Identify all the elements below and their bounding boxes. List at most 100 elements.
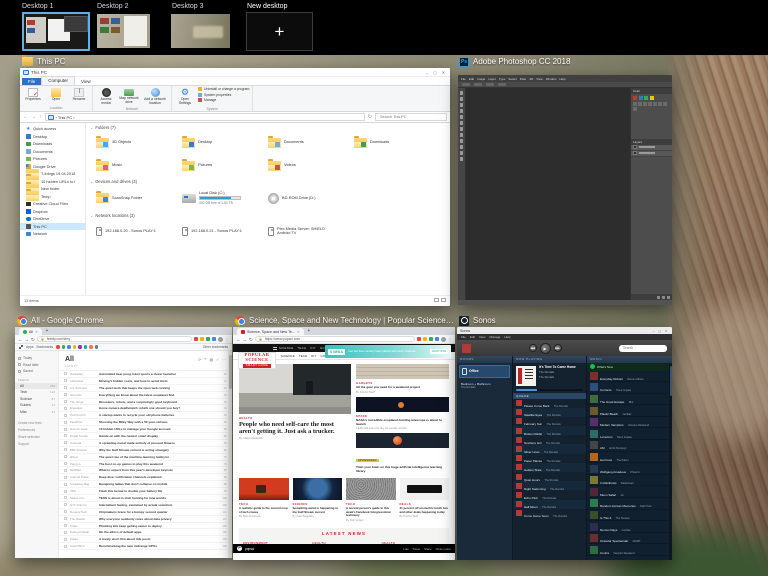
forward-icon[interactable]: →	[243, 337, 248, 342]
read-toggle-icon[interactable]	[64, 483, 67, 486]
bookmark-favicon[interactable]	[67, 345, 71, 349]
sidebar-item[interactable]: Dropbox	[20, 208, 85, 216]
network-location-tile[interactable]: 192.168.0.20 - Sonos PLAY:1	[96, 219, 182, 243]
top-nav-link[interactable]: TECH	[298, 346, 307, 350]
next-button[interactable]: ▶▶	[554, 344, 562, 352]
article-category[interactable]: HEALTH	[239, 416, 351, 420]
apps-grid-icon[interactable]	[19, 345, 23, 349]
mark-read-icon[interactable]: ✓	[216, 357, 219, 362]
read-toggle-icon[interactable]	[64, 503, 67, 506]
rename-button[interactable]: Rename	[69, 87, 89, 102]
menu-item[interactable]: View	[479, 335, 485, 339]
read-toggle-icon[interactable]	[64, 414, 67, 417]
popsci-logo[interactable]: POPULAR SCIENCE SMART HOME	[238, 352, 276, 369]
thumbnail-view-icon[interactable]	[441, 298, 446, 302]
article-row[interactable]: The Verge Dinosaurs, robots, and a surpr…	[59, 399, 232, 406]
sonos-search-input[interactable]	[621, 345, 665, 351]
menu-item[interactable]: Window	[546, 77, 557, 81]
article-row[interactable]: How-To Geek 10 hidden URLs to manage you…	[59, 426, 232, 433]
read-toggle-icon[interactable]	[64, 400, 67, 403]
hamburger-icon[interactable]	[273, 347, 277, 350]
article-row[interactable]: NYT Science Intermittent fasting, examin…	[59, 502, 232, 509]
back-icon[interactable]: ←	[18, 337, 23, 342]
article-row[interactable]: Digital Trends Hands-on with the newest …	[59, 433, 232, 440]
list-view-icon[interactable]	[434, 298, 439, 302]
folder-tile[interactable]: Desktop	[182, 131, 268, 154]
read-toggle-icon[interactable]	[64, 496, 67, 499]
chrome-menu-icon[interactable]: ⋮	[225, 337, 229, 342]
sidebar-item[interactable]: Network	[20, 230, 85, 238]
more-icon[interactable]: ⋯	[222, 357, 226, 362]
read-toggle-icon[interactable]	[64, 448, 67, 451]
browser-tab[interactable]: Science, Space and New Te... ✕	[237, 328, 304, 335]
nav-link[interactable]: DIY	[311, 354, 316, 358]
bookmark-favicon[interactable]	[73, 345, 77, 349]
read-toggle-icon[interactable]	[64, 510, 67, 513]
menu-item[interactable]: View	[536, 77, 542, 81]
sidebar-item[interactable]: Documents	[20, 148, 85, 156]
article-row[interactable]: The Atlantic Why everyone suddenly cares…	[59, 516, 232, 523]
reload-icon[interactable]: ↻	[31, 337, 35, 342]
read-toggle-icon[interactable]	[64, 434, 67, 437]
system-properties-button[interactable]: System properties	[198, 93, 249, 97]
apps-label[interactable]: Apps	[26, 345, 34, 349]
read-toggle-icon[interactable]	[64, 531, 67, 534]
bd-rom-tile[interactable]: BD-ROM Drive (D:)	[268, 185, 354, 211]
card-view-icon[interactable]: ▦	[209, 357, 213, 362]
sidebar-link[interactable]: Preferences	[15, 426, 58, 433]
top-nav-link[interactable]: SCIENCE	[279, 346, 294, 350]
folder-tile[interactable]: Videos	[268, 154, 354, 177]
article-row[interactable]: Lifehacker Moving's hidden costs, and ho…	[59, 378, 232, 385]
photoshop-toolbar[interactable]	[458, 88, 466, 300]
folder-tile[interactable]: 3D Objects	[96, 131, 182, 154]
new-tab-button[interactable]: +	[306, 328, 312, 334]
room-tile-selected[interactable]: Office	[459, 365, 510, 378]
forward-icon[interactable]: →	[25, 337, 30, 342]
extension-icon[interactable]	[423, 337, 427, 341]
drives-section-header[interactable]: ⌄ Devices and drives (3)	[86, 177, 450, 185]
menu-item[interactable]: Edit	[469, 77, 474, 81]
article-row[interactable]: Hackaday Automated beer pong robot sport…	[59, 371, 232, 378]
sidebar-item[interactable]: This PC	[20, 223, 85, 231]
read-toggle-icon[interactable]	[64, 538, 67, 541]
photoshop-window-thumbnail[interactable]: FileEditImageLayerTypeSelectFilter3DView…	[458, 75, 672, 305]
network-location-tile[interactable]: 192.168.0.21 - Sonos PLAY:1	[182, 219, 268, 243]
chrome-menu-icon[interactable]: ⋮	[448, 337, 452, 342]
explorer-search-input[interactable]	[378, 114, 444, 120]
nav-link[interactable]: TECH	[299, 354, 307, 358]
hero-headline[interactable]: People who need self-care the most aren'…	[239, 421, 351, 435]
layer-row[interactable]	[631, 151, 672, 157]
bookmark-favicon[interactable]	[95, 345, 99, 349]
extension-icon[interactable]	[417, 337, 421, 341]
bookmark-favicon[interactable]	[56, 345, 60, 349]
article-row[interactable]: Android Police Deep dive: notification c…	[59, 474, 232, 481]
manage-button[interactable]: Manage	[198, 98, 249, 102]
desktop-3-thumbnail[interactable]	[171, 14, 230, 48]
read-toggle-icon[interactable]	[64, 386, 67, 389]
previous-button[interactable]: ◀◀	[529, 344, 537, 352]
article-row[interactable]: BBC Science Why the Gulf Stream current …	[59, 447, 232, 454]
close-tab-icon[interactable]: ✕	[297, 330, 300, 334]
read-toggle-icon[interactable]	[64, 421, 67, 424]
ribbon-tab[interactable]: Computer	[41, 76, 75, 85]
article-row[interactable]: AnandTech Benchmarking the new midrange …	[59, 543, 232, 550]
article-row[interactable]: Krebs Phishing kits keep getting easier …	[59, 523, 232, 530]
list-view-icon[interactable]: ≡	[204, 357, 206, 362]
explorer-window-thumbnail[interactable]: This PC ‒ ◻ ✕ FileComputerView Propertie…	[20, 68, 450, 306]
article-card[interactable]: SCIENCE Something weird is happening in …	[293, 478, 343, 522]
ribbon-tab[interactable]: View	[75, 78, 97, 85]
bookmarks-label[interactable]: Bookmarks	[37, 345, 54, 349]
article-row[interactable]: PetaPixel Shooting the Milky Way with a …	[59, 419, 232, 426]
article-row[interactable]: Colossal A sprawling mural made entirely…	[59, 440, 232, 447]
read-toggle-icon[interactable]	[64, 524, 67, 527]
sidebar-link[interactable]: Share selection	[15, 433, 58, 440]
folder-tile[interactable]: Downloads	[354, 131, 440, 154]
article-row[interactable]: Daring Fireball On the ethics of default…	[59, 529, 232, 536]
article-row[interactable]: Smashing Mag Designing tables that don't…	[59, 481, 232, 488]
other-bookmarks[interactable]: Other bookmarks	[203, 345, 228, 349]
article-row[interactable]: Kottke A lovely short film about tide po…	[59, 536, 232, 543]
scrollbar[interactable]	[669, 364, 672, 560]
local-disk-tile[interactable]: Local Disk (C:) 400 GB free of 1.81 TB	[182, 185, 268, 211]
read-toggle-icon[interactable]	[64, 428, 67, 431]
sidebar-link[interactable]: Create new feed	[15, 419, 58, 426]
